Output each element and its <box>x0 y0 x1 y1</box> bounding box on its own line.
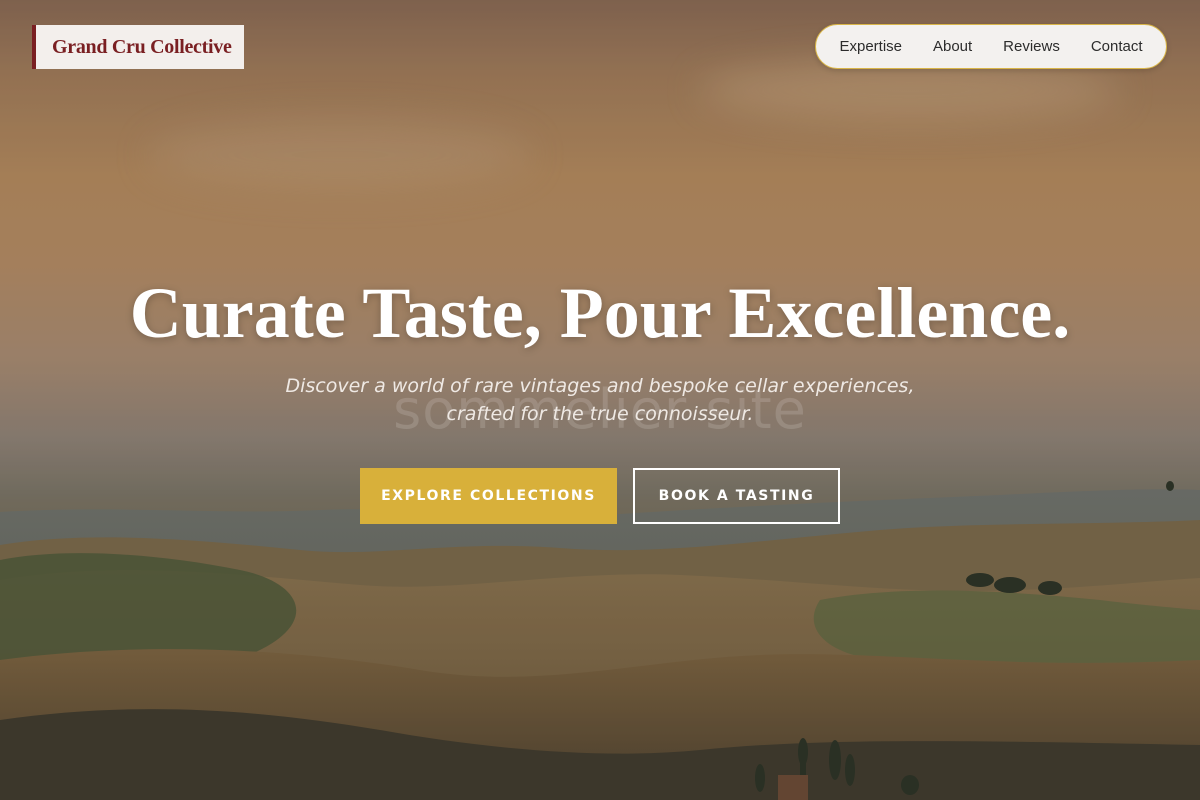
hero-section: sommelier site Grand Cru Collective Expe… <box>0 0 1200 800</box>
hero-headline: Curate Taste, Pour Excellence. <box>129 273 1071 353</box>
nav-item-contact[interactable]: Contact <box>1091 38 1143 55</box>
nav-item-reviews[interactable]: Reviews <box>1003 38 1060 55</box>
nav-item-about[interactable]: About <box>933 38 972 55</box>
book-tasting-button[interactable]: BOOK A TASTING <box>633 468 840 524</box>
explore-collections-button[interactable]: EXPLORE COLLECTIONS <box>360 468 617 524</box>
brand-logo[interactable]: Grand Cru Collective <box>32 25 244 69</box>
nav-item-expertise[interactable]: Expertise <box>839 38 902 55</box>
hero-subline-line-1: Discover a world of rare vintages and be… <box>285 375 915 397</box>
hero-subline: Discover a world of rare vintages and be… <box>250 372 950 428</box>
hero-subline-line-2: crafted for the true connoisseur. <box>446 403 754 425</box>
main-nav: Expertise About Reviews Contact <box>815 24 1167 69</box>
